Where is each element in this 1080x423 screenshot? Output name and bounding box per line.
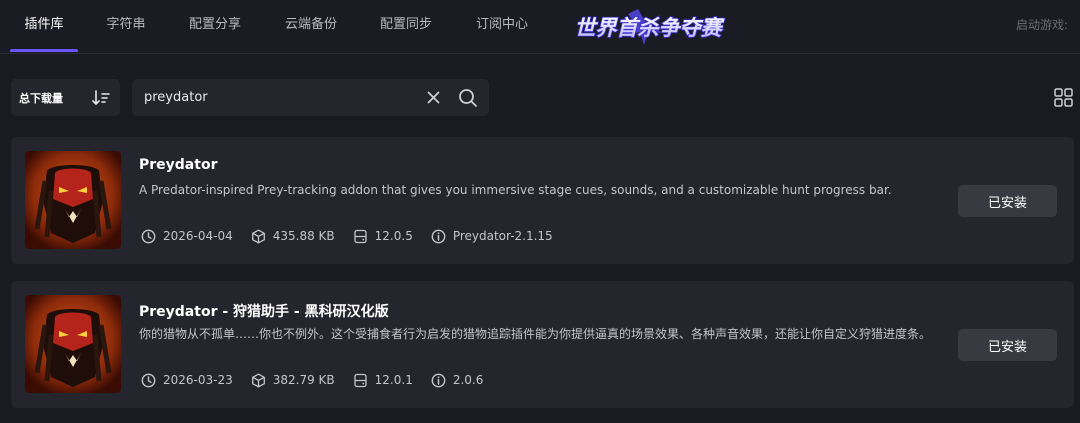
clock-icon xyxy=(141,373,156,387)
grid-view-icon[interactable] xyxy=(1054,88,1073,107)
predator-mask-thumbnail xyxy=(25,151,121,249)
predator-mask-thumbnail xyxy=(25,295,121,393)
installed-button[interactable]: 已安装 xyxy=(958,329,1057,361)
addon-card[interactable]: Preydator - 狩猎助手 - 黑科研汉化版 你的猎物从不孤单……你也不例… xyxy=(11,281,1074,408)
search-input[interactable] xyxy=(144,79,414,116)
tab-config-sync[interactable]: 配置同步 xyxy=(371,0,441,52)
storage-icon xyxy=(354,373,367,387)
package-icon xyxy=(251,373,265,387)
addon-meta: 2026-04-04 435.88 KB 12.0.5 Preydator-2.… xyxy=(141,227,571,245)
addon-size: 382.79 KB xyxy=(272,373,335,387)
addon-description: 你的猎物从不孤单……你也不例外。这个受捕食者行为启发的猎物追踪插件能为你提供逼真… xyxy=(139,327,932,341)
addon-version: Preydator-2.1.15 xyxy=(452,229,553,243)
addon-title: Preydator - 狩猎助手 - 黑科研汉化版 xyxy=(139,304,389,320)
info-icon xyxy=(431,229,446,243)
installed-button[interactable]: 已安装 xyxy=(958,185,1057,217)
storage-icon xyxy=(354,229,367,243)
tab-strings[interactable]: 字符串 xyxy=(98,0,154,52)
addon-version: 2.0.6 xyxy=(452,373,484,387)
search-icon[interactable] xyxy=(458,88,478,108)
package-icon xyxy=(251,229,265,243)
close-icon[interactable] xyxy=(426,90,441,105)
launch-game-label: 启动游戏: xyxy=(1015,18,1068,32)
svg-text:世界首杀争夺赛: 世界首杀争夺赛 xyxy=(575,16,726,40)
addon-game-version: 12.0.1 xyxy=(374,373,413,387)
tab-config-share[interactable]: 配置分享 xyxy=(180,0,250,52)
tab-plugin-library[interactable]: 插件库 xyxy=(10,0,78,52)
sort-descending-icon xyxy=(92,89,110,105)
addon-date: 2026-03-23 xyxy=(163,373,233,387)
addon-size: 435.88 KB xyxy=(272,229,335,243)
world-first-race-banner[interactable]: 世界首杀争夺赛 xyxy=(568,5,728,49)
tab-subscription-center[interactable]: 订阅中心 xyxy=(467,0,537,52)
addon-date: 2026-04-04 xyxy=(163,229,233,243)
clock-icon xyxy=(141,229,156,243)
top-navigation: 插件库 字符串 配置分享 云端备份 配置同步 订阅中心 世界首杀争夺赛 启动游戏… xyxy=(0,0,1080,54)
addon-title: Preydator xyxy=(139,157,218,173)
addon-card[interactable]: Preydator A Predator-inspired Prey-track… xyxy=(11,137,1074,264)
tab-cloud-backup[interactable]: 云端备份 xyxy=(276,0,346,52)
addon-meta: 2026-03-23 382.79 KB 12.0.1 2.0.6 xyxy=(141,371,501,389)
info-icon xyxy=(431,373,446,387)
sort-label: 总下载量 xyxy=(19,91,63,105)
addon-game-version: 12.0.5 xyxy=(374,229,413,243)
sort-button[interactable]: 总下载量 xyxy=(11,79,120,116)
addon-description: A Predator-inspired Prey-tracking addon … xyxy=(139,183,892,197)
search-box xyxy=(132,79,489,116)
